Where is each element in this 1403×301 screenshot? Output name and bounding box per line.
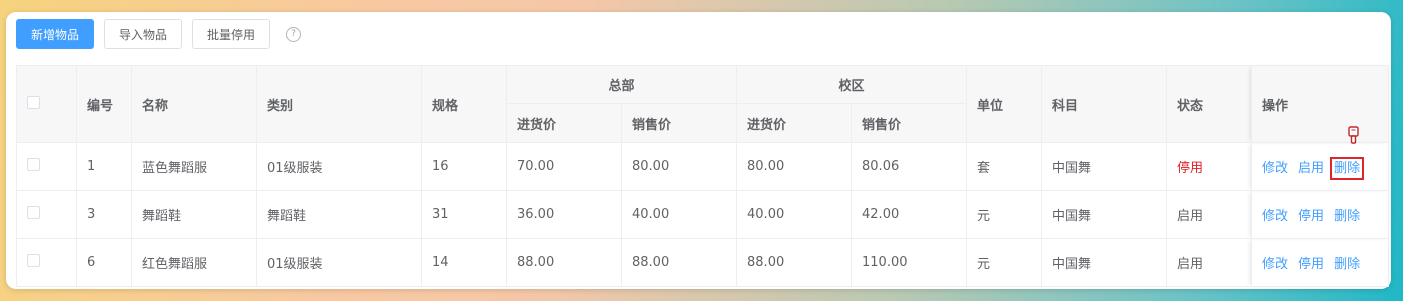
cell-subject: 中国舞	[1041, 142, 1168, 191]
header-campus-sale-price: 销售价	[851, 103, 968, 143]
toolbar: 新增物品 导入物品 批量停用 ?	[16, 18, 302, 50]
items-table: 编号 名称 类别 规格 总部 校区 单位 科目 状态 操作 进货价 销售价 进货…	[16, 65, 1390, 287]
select-all-checkbox[interactable]	[27, 95, 40, 109]
toggle-status-link[interactable]: 启用	[1298, 161, 1324, 176]
cell-subject: 中国舞	[1041, 238, 1168, 287]
row-checkbox[interactable]	[27, 206, 40, 219]
row-actions: 修改 停用 删除	[1251, 238, 1390, 287]
row-actions: 修改 停用 删除	[1251, 190, 1390, 239]
cell-campus-purchase: 88.00	[736, 238, 853, 287]
toggle-status-link[interactable]: 停用	[1298, 209, 1324, 224]
cell-campus-purchase: 80.00	[736, 142, 853, 191]
cell-hq-purchase: 36.00	[506, 190, 622, 239]
select-all-cell	[16, 65, 77, 143]
header-status: 状态	[1166, 65, 1253, 143]
hand-pointer-icon	[1348, 126, 1359, 144]
delete-link[interactable]: 删除	[1330, 157, 1365, 180]
status-badge: 启用	[1166, 190, 1253, 239]
header-hq-purchase-price: 进货价	[506, 103, 622, 143]
cell-unit: 元	[966, 190, 1043, 239]
cell-spec: 16	[421, 142, 507, 191]
status-badge: 启用	[1166, 238, 1253, 287]
header-campus-purchase-price: 进货价	[736, 103, 853, 143]
header-actions: 操作	[1251, 65, 1390, 143]
header-subject: 科目	[1041, 65, 1168, 143]
header-category: 类别	[256, 65, 422, 143]
cell-id: 1	[76, 142, 132, 191]
content-card: 新增物品 导入物品 批量停用 ? 编号 名称 类别 规格 总部 校区 单位 科目…	[6, 12, 1391, 289]
cell-campus-sale: 42.00	[851, 190, 968, 239]
status-badge: 停用	[1166, 142, 1253, 191]
row-select-cell	[16, 190, 77, 239]
cell-unit: 套	[966, 142, 1043, 191]
edit-link[interactable]: 修改	[1262, 209, 1288, 224]
table-row: 1 蓝色舞蹈服 01级服装 16 70.00 80.00 80.00 80.06…	[16, 142, 1390, 191]
row-checkbox[interactable]	[27, 158, 40, 171]
header-campus: 校区	[736, 65, 968, 104]
delete-link[interactable]: 删除	[1334, 257, 1360, 272]
edit-link[interactable]: 修改	[1262, 257, 1288, 272]
cell-name: 蓝色舞蹈服	[131, 142, 257, 191]
row-select-cell	[16, 238, 77, 287]
import-items-button[interactable]: 导入物品	[104, 19, 183, 49]
table-row: 6 红色舞蹈服 01级服装 14 88.00 88.00 88.00 110.0…	[16, 238, 1390, 287]
cell-campus-purchase: 40.00	[736, 190, 853, 239]
row-select-cell	[16, 142, 77, 191]
toggle-status-link[interactable]: 停用	[1298, 257, 1324, 272]
table-row: 3 舞蹈鞋 舞蹈鞋 31 36.00 40.00 40.00 42.00 元 中…	[16, 190, 1390, 239]
cell-spec: 31	[421, 190, 507, 239]
cell-hq-purchase: 88.00	[506, 238, 622, 287]
header-name: 名称	[131, 65, 257, 143]
header-hq-sale-price: 销售价	[620, 103, 738, 143]
cell-hq-purchase: 70.00	[506, 142, 622, 191]
cell-category: 01级服装	[256, 142, 422, 191]
add-item-button[interactable]: 新增物品	[16, 19, 95, 49]
edit-link[interactable]: 修改	[1262, 161, 1288, 176]
cell-id: 6	[76, 238, 132, 287]
cell-id: 3	[76, 190, 132, 239]
cell-name: 红色舞蹈服	[131, 238, 257, 287]
header-spec: 规格	[421, 65, 507, 143]
header-id: 编号	[76, 65, 132, 143]
cell-subject: 中国舞	[1041, 190, 1168, 239]
delete-link[interactable]: 删除	[1334, 209, 1360, 224]
cell-campus-sale: 80.06	[851, 142, 968, 191]
cell-campus-sale: 110.00	[851, 238, 968, 287]
cell-hq-sale: 40.00	[620, 190, 738, 239]
batch-disable-button[interactable]: 批量停用	[192, 19, 271, 49]
cell-hq-sale: 88.00	[620, 238, 738, 287]
help-icon[interactable]: ?	[286, 26, 302, 42]
cell-category: 舞蹈鞋	[256, 190, 422, 239]
cell-hq-sale: 80.00	[620, 142, 738, 191]
cell-spec: 14	[421, 238, 507, 287]
header-hq: 总部	[505, 65, 738, 104]
row-actions: 修改 启用 删除	[1251, 142, 1390, 191]
cell-unit: 元	[966, 238, 1043, 287]
row-checkbox[interactable]	[27, 254, 40, 267]
cell-category: 01级服装	[256, 238, 422, 287]
cell-name: 舞蹈鞋	[131, 190, 257, 239]
header-unit: 单位	[966, 65, 1043, 143]
